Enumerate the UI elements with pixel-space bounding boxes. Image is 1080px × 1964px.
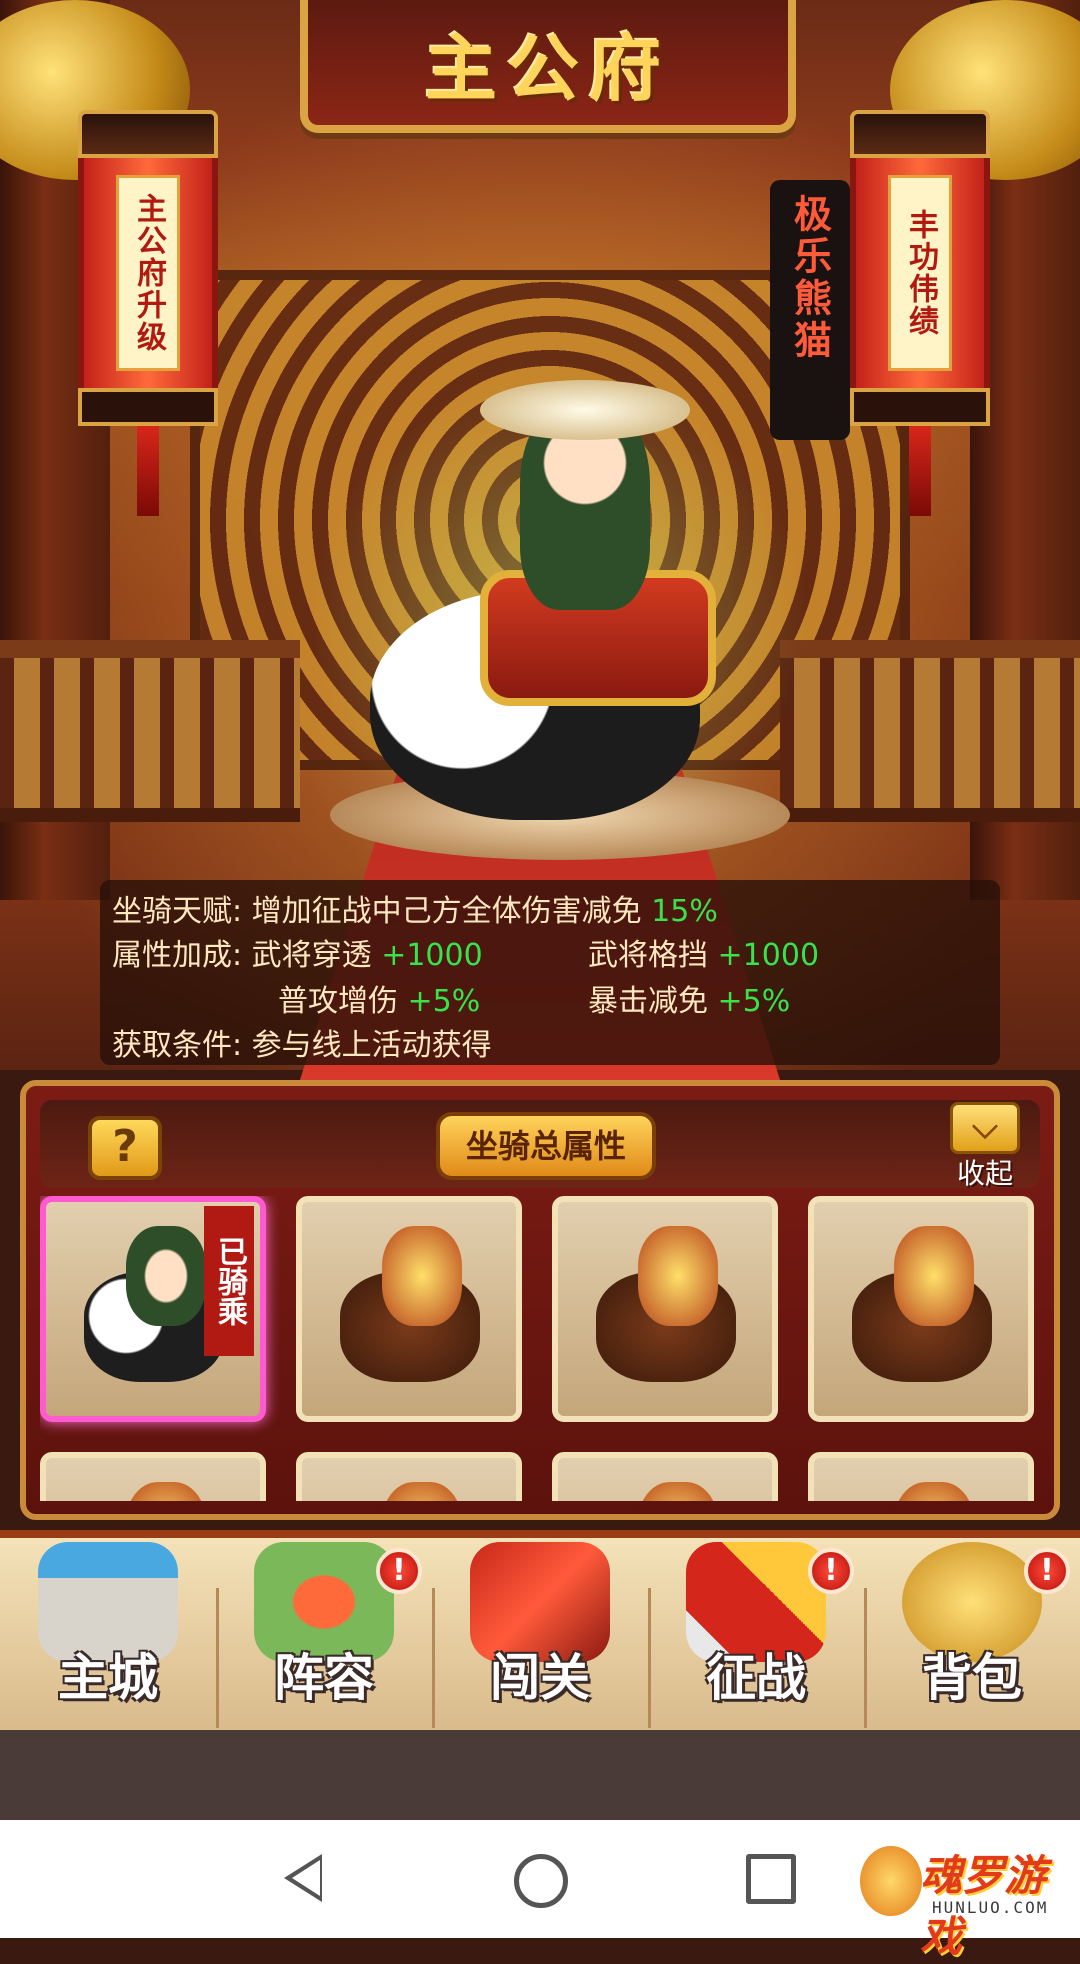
acquire-text: 参与线上活动获得 <box>251 1028 492 1063</box>
back-icon[interactable] <box>284 1854 322 1902</box>
page-title: 主公府 <box>424 27 671 111</box>
talent-label: 坐骑天赋: <box>112 894 243 929</box>
mount-card[interactable] <box>296 1452 522 1501</box>
mount-collection-panel: ? 坐骑总属性 ⌵ 收起 已骑乘 <box>20 1080 1060 1520</box>
bonus-value: +1000 <box>717 938 820 973</box>
watermark-subtext: HUNLUO.COM <box>932 1898 1049 1917</box>
nav-label: 阵容 <box>274 1649 374 1707</box>
bonus-name: 普攻增伤 <box>278 984 398 1019</box>
nav-campaign[interactable]: ! 征战 <box>648 1538 864 1738</box>
bonus-value: +5% <box>407 984 481 1019</box>
general-rider-icon <box>894 1226 974 1326</box>
talent-text: 增加征战中己方全体伤害减免 <box>251 894 642 929</box>
bonus-label: 属性加成: <box>112 938 243 973</box>
mount-card[interactable] <box>808 1196 1034 1422</box>
lantern-cap <box>78 110 218 158</box>
general-rider-icon <box>894 1482 974 1501</box>
mount-display <box>290 360 830 880</box>
bonus-name: 暴击减免 <box>588 984 708 1019</box>
lantern-body: 主公府升级 <box>78 158 218 388</box>
home-icon[interactable] <box>514 1854 568 1908</box>
nav-stages[interactable]: 闯关 <box>432 1538 648 1738</box>
general-rider-icon <box>382 1226 462 1326</box>
chevron-down-icon: ⌵ <box>950 1102 1020 1154</box>
achievements-lantern-button[interactable]: 丰功伟绩 <box>850 110 990 516</box>
left-railing <box>0 640 300 822</box>
collapse-button[interactable]: ⌵ 收起 <box>940 1102 1030 1190</box>
panel-header: ? 坐骑总属性 ⌵ 收起 <box>40 1100 1040 1190</box>
acquire-row: 获取条件: 参与线上活动获得 <box>112 1020 492 1064</box>
general-rider-icon <box>638 1226 718 1326</box>
talent-row: 坐骑天赋: 增加征战中己方全体伤害减免 15% <box>112 886 718 930</box>
mount-card-panda[interactable]: 已骑乘 <box>40 1196 266 1422</box>
nav-main-city[interactable]: 主城 <box>0 1538 216 1738</box>
general-rider-icon <box>126 1482 206 1501</box>
alert-badge-icon: ! <box>376 1548 422 1594</box>
mount-card[interactable] <box>40 1452 266 1501</box>
achievements-lantern-label: 丰功伟绩 <box>903 209 938 337</box>
upgrade-lantern-label: 主公府升级 <box>131 193 166 353</box>
title-plaque: 主公府 <box>300 0 796 133</box>
help-button[interactable]: ? <box>88 1116 162 1180</box>
nav-lineup[interactable]: ! 阵容 <box>216 1538 432 1738</box>
nav-label: 主城 <box>58 1649 158 1707</box>
collapse-label: 收起 <box>956 1157 1013 1190</box>
bonus-value: +5% <box>717 984 791 1019</box>
nav-bag[interactable]: ! 背包 <box>864 1538 1080 1738</box>
talent-value: 15% <box>651 894 718 929</box>
general-rider-icon <box>638 1482 718 1501</box>
mount-info-panel: 坐骑天赋: 增加征战中己方全体伤害减免 15% 属性加成: 武将穿透 +1000… <box>100 880 1000 1065</box>
alert-badge-icon: ! <box>1024 1548 1070 1594</box>
mount-card[interactable] <box>808 1452 1034 1501</box>
acquire-label: 获取条件: <box>112 1028 243 1063</box>
bonus-value: +1000 <box>381 938 483 973</box>
bonus-row-1: 属性加成: 武将穿透 +1000 <box>112 930 483 974</box>
bottom-strip <box>0 1730 1080 1820</box>
rider-icon <box>126 1226 206 1326</box>
bottom-nav: 主城 ! 阵容 闯关 ! 征战 ! 背包 <box>0 1530 1080 1738</box>
alert-badge-icon: ! <box>808 1548 854 1594</box>
upgrade-lantern-button[interactable]: 主公府升级 <box>78 110 218 516</box>
general-rider-icon <box>382 1482 462 1501</box>
lantern-body: 丰功伟绩 <box>850 158 990 388</box>
lantern-tassel <box>909 426 931 516</box>
nav-label: 背包 <box>922 1649 1022 1707</box>
mascot-logo-icon <box>860 1846 922 1916</box>
bonus-row-1b: 武将格挡 +1000 <box>588 930 819 974</box>
bonus-row-2b: 暴击减免 +5% <box>588 976 790 1020</box>
lantern-cap <box>850 110 990 158</box>
bonus-name: 武将穿透 <box>251 938 372 973</box>
riding-badge: 已骑乘 <box>204 1206 254 1356</box>
bonus-name: 武将格挡 <box>588 938 708 973</box>
mount-card[interactable] <box>552 1196 778 1422</box>
total-attributes-button[interactable]: 坐骑总属性 <box>436 1112 656 1180</box>
mount-card[interactable] <box>552 1452 778 1501</box>
riding-badge-label: 已骑乘 <box>212 1236 247 1326</box>
recent-apps-icon[interactable] <box>746 1854 796 1904</box>
watermark: 魂罗游戏 HUNLUO.COM <box>860 1836 1070 1961</box>
mount-name: 极乐熊猫 <box>787 194 832 362</box>
bonus-row-2: 普攻增伤 +5% <box>278 976 480 1020</box>
nav-label: 征战 <box>706 1649 806 1707</box>
mount-card[interactable] <box>296 1196 522 1422</box>
rider-hat-icon <box>480 380 690 440</box>
lantern-tassel <box>137 426 159 516</box>
mount-grid[interactable]: 已骑乘 <box>40 1196 1040 1501</box>
nav-label: 闯关 <box>490 1649 590 1707</box>
